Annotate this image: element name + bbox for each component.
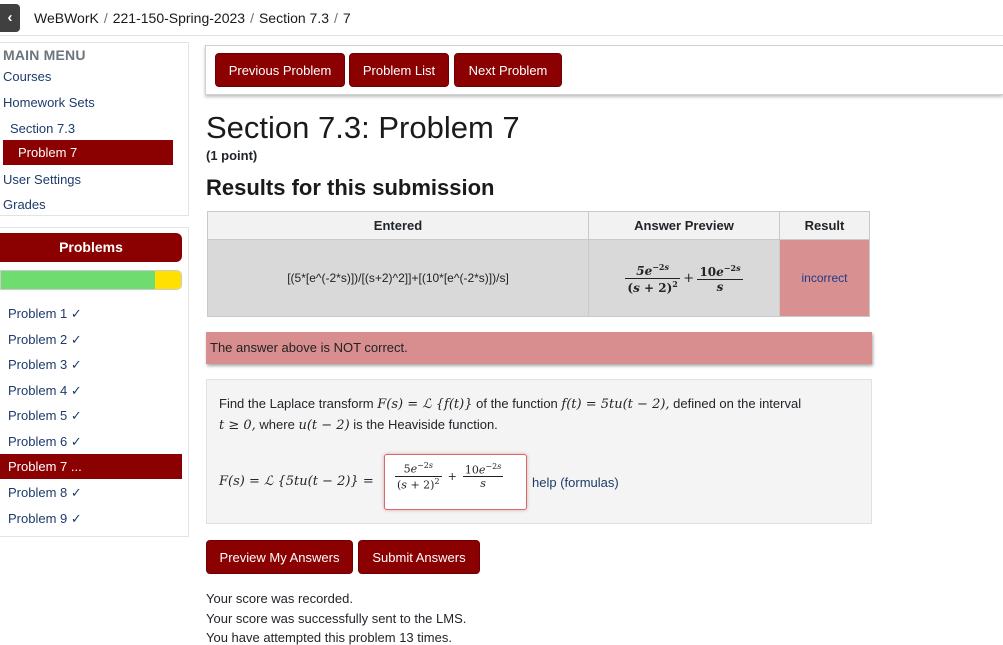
- menu-section[interactable]: Section 7.3: [10, 121, 75, 136]
- problem-list-button[interactable]: Problem List: [349, 53, 449, 87]
- problem-text: where: [259, 417, 295, 432]
- incorrect-notice: The answer above is NOT correct.: [206, 332, 872, 364]
- page-title: Section 7.3: Problem 7: [206, 110, 520, 145]
- header-result: Result: [779, 211, 870, 240]
- table-row: [(5*[e^(-2*s)])/[(s+2)^2]]+[(10*[e^(-2*s…: [207, 239, 870, 317]
- main-menu: MAIN MENU Courses Homework Sets Section …: [0, 42, 189, 216]
- top-bar: ‹ WeBWorK/221-150-Spring-2023/Section 7.…: [0, 0, 1003, 36]
- problem-text-line-1: Find the Laplace transform F(s) = ℒ {f(t…: [219, 396, 801, 412]
- results-heading: Results for this submission: [206, 175, 495, 200]
- breadcrumb-section[interactable]: Section 7.3: [259, 10, 329, 26]
- header-answer-preview: Answer Preview: [588, 211, 780, 240]
- problem-list-item-6[interactable]: Problem 6 ✓: [8, 434, 82, 450]
- entered-cell: [(5*[e^(-2*s)])/[(s+2)^2]]+[(10*[e^(-2*s…: [207, 239, 589, 317]
- problems-panel: Problems Problem 1 ✓ Problem 2 ✓ Problem…: [0, 227, 189, 537]
- help-formulas-link[interactable]: help (formulas): [532, 475, 619, 490]
- preview-fraction-1: 5e−2s (s + 2)2: [625, 261, 680, 295]
- answer-input[interactable]: 5e−2s (s + 2)2 + 10e−2s s: [384, 454, 527, 510]
- progress-correct: [1, 271, 156, 289]
- problem-text: defined on the interval: [673, 396, 802, 411]
- math-heaviside: u(t − 2): [298, 418, 350, 433]
- problem-list-item-2[interactable]: Problem 2 ✓: [8, 332, 82, 348]
- answer-label: F(s) = ℒ {5tu(t − 2)} =: [219, 474, 374, 489]
- menu-user-settings[interactable]: User Settings: [3, 172, 81, 187]
- result-cell: incorrect: [779, 239, 870, 317]
- progress-bar: [0, 270, 182, 290]
- problem-list-item-4[interactable]: Problem 4 ✓: [8, 383, 82, 399]
- answer-preview-cell: 5e−2s (s + 2)2 + 10e−2s s: [588, 239, 780, 317]
- results-table: Entered Answer Preview Result [(5*[e^(-2…: [207, 211, 870, 317]
- menu-problem-active[interactable]: Problem 7: [3, 140, 173, 165]
- problem-text: Find the Laplace transform: [219, 396, 374, 411]
- problem-list-item-5[interactable]: Problem 5 ✓: [8, 408, 82, 424]
- problem-text: is the Heaviside function.: [353, 417, 498, 432]
- math-interval: t ≥ 0,: [219, 418, 256, 433]
- problem-points: (1 point): [206, 148, 258, 163]
- problem-text: of the function: [476, 396, 558, 411]
- breadcrumb: WeBWorK/221-150-Spring-2023/Section 7.3/…: [34, 10, 351, 26]
- menu-courses[interactable]: Courses: [3, 69, 51, 84]
- problem-list-item-3[interactable]: Problem 3 ✓: [8, 357, 82, 373]
- problem-list-item-8[interactable]: Problem 8 ✓: [8, 485, 82, 501]
- breadcrumb-problem: 7: [342, 10, 351, 26]
- close-icon[interactable]: ‹: [0, 4, 20, 32]
- math-transform: F(s) = ℒ {f(t)}: [377, 397, 473, 412]
- main-menu-heading: MAIN MENU: [3, 47, 86, 63]
- breadcrumb-course[interactable]: 221-150-Spring-2023: [113, 10, 245, 26]
- next-problem-button[interactable]: Next Problem: [454, 53, 562, 87]
- problem-list-item-9[interactable]: Problem 9 ✓: [8, 511, 82, 527]
- preview-fraction-2: 10e−2s s: [697, 262, 743, 294]
- problem-list-item-1[interactable]: Problem 1 ✓: [8, 306, 82, 322]
- math-function: f(t) = 5tu(t − 2),: [561, 397, 670, 412]
- problem-statement: Find the Laplace transform F(s) = ℒ {f(t…: [206, 379, 872, 524]
- submit-answers-button[interactable]: Submit Answers: [358, 540, 480, 574]
- previous-problem-button[interactable]: Previous Problem: [215, 53, 345, 87]
- preview-answers-button[interactable]: Preview My Answers: [206, 540, 353, 574]
- menu-homework-sets[interactable]: Homework Sets: [3, 95, 95, 110]
- menu-grades[interactable]: Grades: [3, 197, 46, 212]
- answer-expression: 5e−2s (s + 2)2 + 10e−2s s: [395, 461, 504, 492]
- header-entered: Entered: [207, 211, 589, 240]
- breadcrumb-webwork[interactable]: WeBWorK: [34, 10, 99, 26]
- problems-heading: Problems: [0, 233, 182, 262]
- score-recorded-text: Your score was recorded.: [206, 591, 353, 606]
- problem-list-item-7-active[interactable]: Problem 7 ...: [0, 454, 182, 479]
- lms-sent-text: Your score was successfully sent to the …: [206, 611, 467, 626]
- problem-text-line-2: t ≥ 0, where u(t − 2) is the Heaviside f…: [219, 417, 498, 433]
- problem-nav-bar: Previous Problem Problem List Next Probl…: [205, 45, 1003, 95]
- progress-incorrect: [155, 271, 181, 289]
